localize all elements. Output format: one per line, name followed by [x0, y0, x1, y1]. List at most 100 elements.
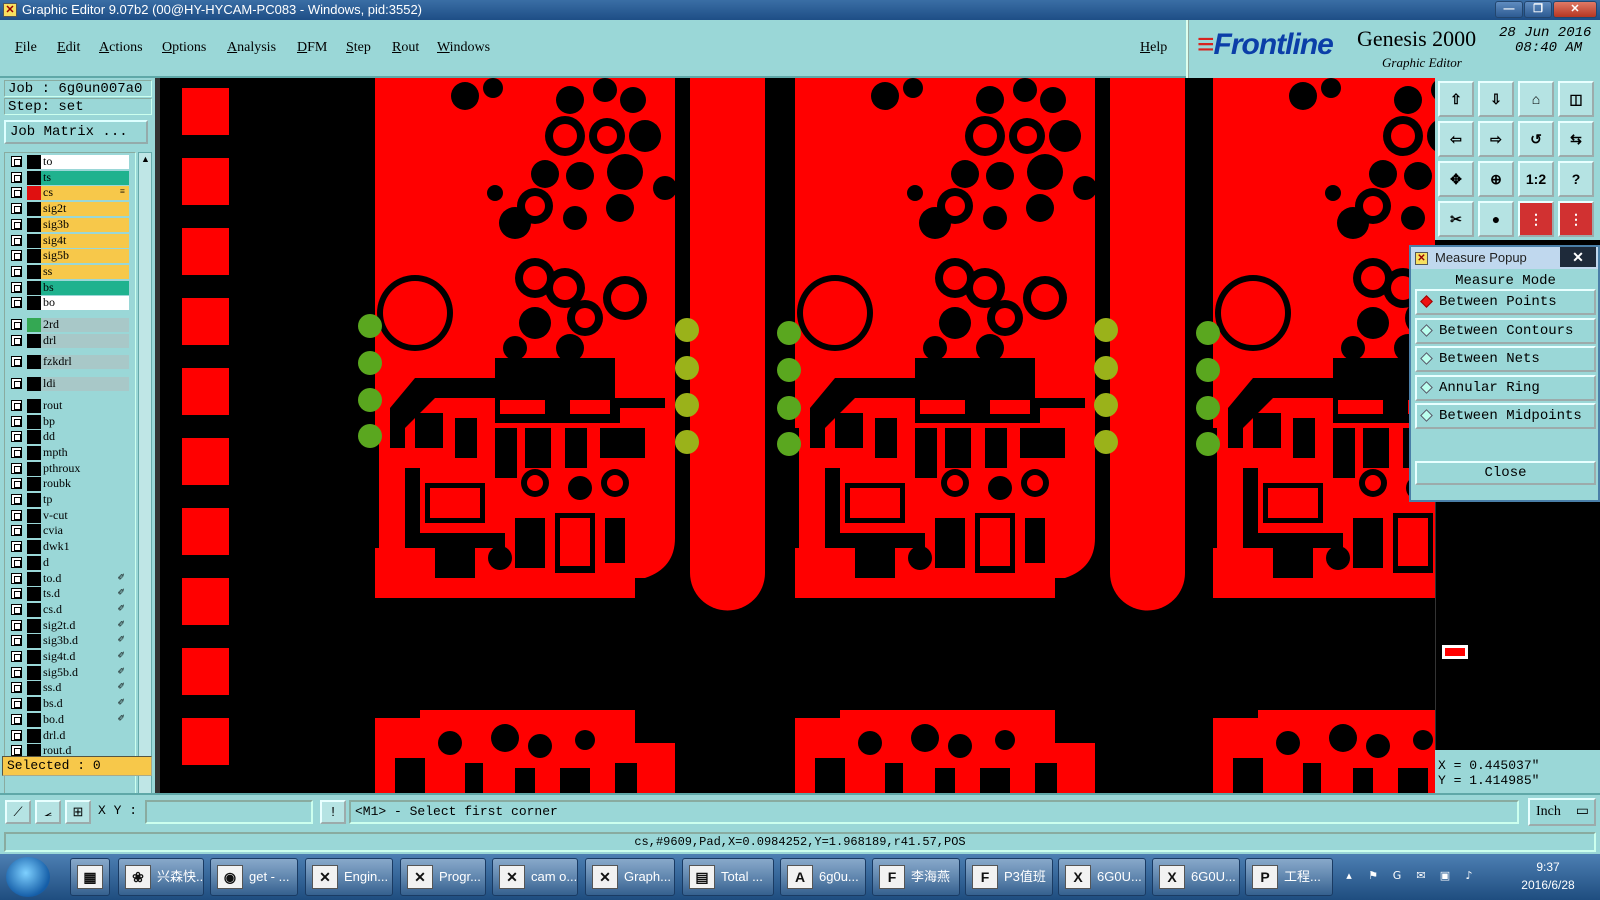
layer-color-swatch[interactable]: [27, 477, 41, 492]
layer-color-swatch[interactable]: [27, 296, 41, 311]
layer-name[interactable]: ss.d: [41, 681, 129, 696]
layer-row[interactable]: sig4t: [7, 233, 129, 248]
taskbar-item[interactable]: F 李海燕: [872, 858, 960, 896]
layer-color-swatch[interactable]: [27, 571, 41, 586]
layer-checkbox[interactable]: [11, 356, 22, 368]
layer-color-swatch[interactable]: [27, 398, 41, 413]
taskbar-item[interactable]: F P3值班: [965, 858, 1053, 896]
menu-analysis[interactable]: Analysis: [227, 40, 276, 56]
layer-name[interactable]: cs.d: [41, 602, 129, 617]
layer-row[interactable]: bp: [7, 414, 129, 429]
layer-row[interactable]: rout: [7, 398, 129, 413]
layer-row[interactable]: bo: [7, 296, 129, 311]
units-selector[interactable]: Inch ▭: [1528, 798, 1596, 826]
menu-file[interactable]: File: [15, 40, 37, 56]
layer-name[interactable]: cvia: [41, 524, 129, 539]
swap-view-icon[interactable]: ⇆: [1558, 121, 1594, 157]
layer-name[interactable]: v-cut: [41, 508, 129, 523]
layer-row[interactable]: bs.d ✐: [7, 697, 129, 712]
layer-checkbox[interactable]: [11, 250, 22, 262]
annular-ring-option[interactable]: Annular Ring: [1415, 374, 1596, 401]
layer-color-swatch[interactable]: [27, 430, 41, 445]
snap-pad-icon[interactable]: ●: [1478, 201, 1514, 237]
layer-checkbox[interactable]: [11, 541, 22, 553]
layer-row[interactable]: dwk1: [7, 540, 129, 555]
layer-row[interactable]: ts: [7, 170, 129, 185]
layer-color-swatch[interactable]: [27, 155, 41, 169]
menu-help[interactable]: Help: [1140, 40, 1167, 56]
tray-mail-icon[interactable]: ✉: [1414, 869, 1428, 883]
layer-row[interactable]: drl: [7, 333, 129, 348]
layer-checkbox[interactable]: [11, 713, 22, 725]
overview-panel[interactable]: [1435, 502, 1600, 750]
layer-row[interactable]: dd: [7, 430, 129, 445]
layer-name[interactable]: drl.d: [41, 728, 129, 743]
layer-row[interactable]: sig4t.d ✐: [7, 650, 129, 664]
layer-name[interactable]: ss: [41, 264, 129, 279]
layer-checkbox[interactable]: [11, 334, 22, 346]
layer-name[interactable]: drl: [41, 333, 129, 348]
layer-color-swatch[interactable]: [27, 712, 41, 727]
layer-name[interactable]: rout: [41, 398, 129, 413]
layer-row[interactable]: v-cut: [7, 508, 129, 523]
layer-color-swatch[interactable]: [27, 634, 41, 649]
taskbar-item[interactable]: ◉ get - ...: [210, 858, 298, 896]
layer-color-swatch[interactable]: [27, 493, 41, 507]
info-icon[interactable]: !: [320, 800, 346, 824]
layer-name[interactable]: roubk: [41, 477, 129, 492]
graphic-canvas[interactable]: [155, 78, 1435, 793]
layer-row[interactable]: ldi: [7, 377, 129, 392]
layer-checkbox[interactable]: [11, 588, 22, 600]
taskbar-item[interactable]: ✕ Progr...: [400, 858, 486, 896]
layer-checkbox[interactable]: [11, 556, 22, 568]
layer-name[interactable]: fzkdrl: [41, 355, 129, 370]
network-icon[interactable]: ▣: [1438, 869, 1452, 883]
layer-color-swatch[interactable]: [27, 650, 41, 664]
layer-checkbox[interactable]: [11, 203, 22, 215]
taskbar-item[interactable]: ▦: [70, 858, 110, 896]
layer-row[interactable]: drl.d: [7, 728, 129, 743]
layer-checkbox[interactable]: [11, 494, 22, 505]
layer-color-swatch[interactable]: [27, 217, 41, 232]
layer-row[interactable]: sig2t: [7, 202, 129, 217]
layer-checkbox[interactable]: [11, 319, 22, 330]
menu-edit[interactable]: Edit: [57, 40, 80, 56]
angle-mode-icon[interactable]: ⦟: [35, 800, 61, 824]
layer-name[interactable]: bp: [41, 414, 129, 429]
layer-color-swatch[interactable]: [27, 665, 41, 680]
pan-right-icon[interactable]: ⇨: [1478, 121, 1514, 157]
layer-color-swatch[interactable]: [27, 233, 41, 248]
layer-checkbox[interactable]: [11, 415, 22, 427]
layer-row[interactable]: bo.d ✐: [7, 712, 129, 727]
layer-checkbox[interactable]: [11, 666, 22, 678]
layer-row[interactable]: cs.d ✐: [7, 602, 129, 617]
between-points-option[interactable]: Between Points: [1415, 289, 1596, 315]
layer-row[interactable]: mpth: [7, 445, 129, 460]
layer-color-swatch[interactable]: [27, 697, 41, 712]
pan-down-icon[interactable]: ⇩: [1478, 81, 1514, 117]
layer-name[interactable]: ldi: [41, 377, 129, 392]
volume-icon[interactable]: ♪: [1462, 869, 1476, 883]
measure-popup-titlebar[interactable]: ✕ Measure Popup ✕: [1411, 247, 1598, 269]
tray-app-icon[interactable]: ⚑: [1366, 869, 1380, 883]
menu-step[interactable]: Step: [346, 40, 371, 56]
help-icon[interactable]: ?: [1558, 161, 1594, 197]
layer-name[interactable]: ts: [41, 170, 129, 185]
layer-color-swatch[interactable]: [27, 170, 41, 185]
undo-view-icon[interactable]: ↺: [1518, 121, 1554, 157]
layer-name[interactable]: to.d: [41, 571, 129, 586]
layer-name[interactable]: sig3b.d: [41, 634, 129, 649]
layer-color-swatch[interactable]: [27, 280, 41, 295]
taskbar-item[interactable]: ▤ Total ...: [682, 858, 774, 896]
grid-mode-icon[interactable]: ⊞: [65, 800, 91, 824]
layer-name[interactable]: bo.d: [41, 712, 129, 727]
pcb-drawing[interactable]: [155, 78, 1435, 793]
layer-checkbox[interactable]: [11, 265, 22, 277]
layer-name[interactable]: pthroux: [41, 461, 129, 476]
layer-checkbox[interactable]: [11, 171, 22, 183]
minimize-button[interactable]: —: [1495, 1, 1523, 18]
layer-color-swatch[interactable]: [27, 587, 41, 602]
taskbar-item[interactable]: ✕ Engin...: [305, 858, 393, 896]
between-contours-option[interactable]: Between Contours: [1415, 317, 1596, 344]
popup-close-icon[interactable]: ✕: [1560, 247, 1596, 267]
